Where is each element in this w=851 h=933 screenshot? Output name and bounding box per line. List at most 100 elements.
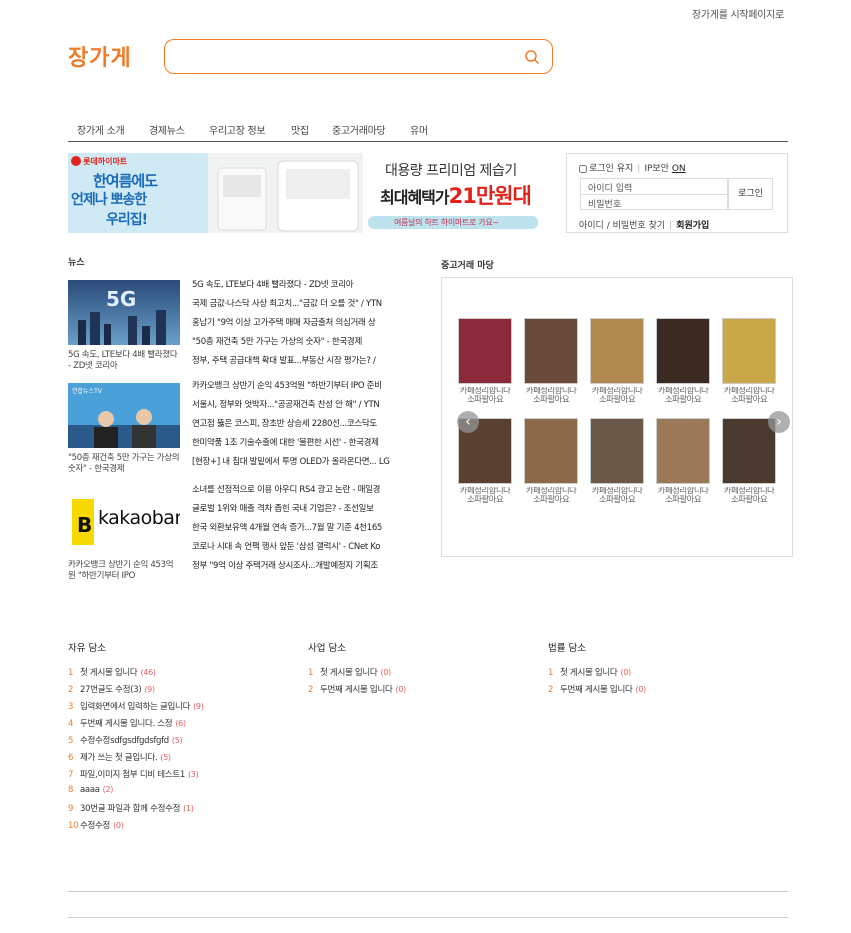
nav-item-humor[interactable]: 유머 bbox=[410, 122, 428, 137]
news-thumb-image[interactable]: 연합뉴스TV bbox=[68, 383, 180, 448]
used-item[interactable]: 카페정리합니다 소파팔아요 bbox=[656, 418, 710, 507]
news-thumb-1[interactable]: 5G 5G 속도, LTE보다 4배 빨라졌다 - ZD넷 코리아 bbox=[68, 280, 180, 372]
board-post-item[interactable]: 6 제가 쓰는 첫 글입니다. (5) bbox=[68, 751, 204, 768]
news-thumb-caption[interactable]: 5G 속도, LTE보다 4배 빨라졌다 - ZD넷 코리아 bbox=[68, 350, 180, 372]
keep-login-checkbox[interactable] bbox=[579, 164, 587, 173]
news-headline[interactable]: "50층 재건축 5만 가구는 가상의 숫자" - 한국경제 bbox=[192, 334, 418, 353]
nav-item-economy-news[interactable]: 경제뉴스 bbox=[149, 122, 185, 137]
site-logo[interactable]: 장가게 bbox=[68, 40, 132, 72]
used-item-image[interactable] bbox=[590, 318, 644, 384]
news-headline[interactable]: 카카오뱅크 상반기 순익 453억원 "하반기부터 IPO 준비 bbox=[192, 378, 418, 397]
board-post-item[interactable]: 9 30번글 파일과 함께 수정수정 (1) bbox=[68, 802, 204, 819]
post-title[interactable]: 두번째 게시물 입니다 bbox=[560, 685, 633, 695]
used-item-label[interactable]: 카페정리합니다 소파팔아요 bbox=[722, 487, 776, 507]
post-title[interactable]: 두번째 게시물 입니다 bbox=[320, 685, 393, 695]
used-item-label[interactable]: 카페정리합니다 소파팔아요 bbox=[524, 487, 578, 507]
used-item-image[interactable] bbox=[722, 318, 776, 384]
post-title[interactable]: 첫 게시물 입니다 bbox=[320, 668, 378, 678]
nav-item-used-market[interactable]: 중고거래마당 bbox=[332, 122, 386, 137]
used-item-label[interactable]: 카페정리합니다 소파팔아요 bbox=[458, 387, 512, 407]
used-item[interactable]: 카페정리합니다 소파팔아요 bbox=[722, 418, 776, 507]
post-title[interactable]: 파일,이미지 첨부 디비 테스트1 bbox=[80, 770, 185, 780]
start-page-link[interactable]: 장가게를 시작페이지로 bbox=[692, 6, 784, 21]
news-headline[interactable]: 코로나 시대 속 언팩 행사 앞둔 '삼성 갤럭시' - CNet Ko bbox=[192, 539, 418, 558]
news-thumb-2[interactable]: 연합뉴스TV "50층 재건축 5만 가구는 가상의 숫자" - 한국경제 bbox=[68, 383, 180, 475]
board-title[interactable]: 자유 담소 bbox=[68, 640, 204, 654]
signup-link[interactable]: 회원가입 bbox=[676, 221, 709, 231]
ad-banner[interactable]: 롯데하이마트 한여름에도 언제나 뽀송한 우리집! 대용량 프리미엄 제습기 최… bbox=[68, 153, 554, 233]
board-title[interactable]: 사업 담소 bbox=[308, 640, 406, 654]
used-item-image[interactable] bbox=[722, 418, 776, 484]
board-post-item[interactable]: 1 첫 게시물 입니다 (46) bbox=[68, 666, 204, 683]
board-post-item[interactable]: 3 입력화면에서 입력하는 글입니다 (9) bbox=[68, 700, 204, 717]
used-item[interactable]: 카페정리합니다 소파팔아요 bbox=[458, 318, 512, 407]
board-post-item[interactable]: 5 수정수정sdfgsdfgdsfgfd (5) bbox=[68, 734, 204, 751]
chevron-right-icon[interactable]: › bbox=[768, 411, 790, 433]
news-thumb-caption[interactable]: "50층 재건축 5만 가구는 가상의 숫자" - 한국경제 bbox=[68, 453, 180, 475]
password-field[interactable]: 비밀번호 bbox=[580, 194, 728, 210]
news-headline[interactable]: 한국 외환보유액 4개월 연속 증가...7월 말 기준 4천165 bbox=[192, 520, 418, 539]
news-headline[interactable]: 홍남기 "9억 이상 고가주택 매매 자금출처 의심거래 상 bbox=[192, 315, 418, 334]
used-item-image[interactable] bbox=[524, 418, 578, 484]
post-title[interactable]: 30번글 파일과 함께 수정수정 bbox=[80, 804, 180, 814]
board-post-item[interactable]: 8 aaaa (2) bbox=[68, 785, 204, 802]
used-item-image[interactable] bbox=[656, 318, 710, 384]
post-title[interactable]: 수정수정sdfgsdfgdsfgfd bbox=[80, 736, 169, 746]
used-item-label[interactable]: 카페정리합니다 소파팔아요 bbox=[656, 387, 710, 407]
used-item-label[interactable]: 카페정리합니다 소파팔아요 bbox=[524, 387, 578, 407]
used-item[interactable]: 카페정리합니다 소파팔아요 bbox=[590, 318, 644, 407]
board-post-item[interactable]: 7 파일,이미지 첨부 디비 테스트1 (3) bbox=[68, 768, 204, 785]
find-id-password-link[interactable]: 아이디 / 비밀번호 찾기 bbox=[579, 221, 665, 231]
post-title[interactable]: 첫 게시물 입니다 bbox=[80, 668, 138, 678]
used-item-label[interactable]: 카페정리합니다 소파팔아요 bbox=[590, 487, 644, 507]
board-post-item[interactable]: 10 수정수정 (0) bbox=[68, 819, 204, 836]
post-title[interactable]: aaaa bbox=[80, 785, 100, 795]
post-title[interactable]: 두번째 게시물 입니다. 스정 bbox=[80, 719, 173, 729]
news-headline[interactable]: 글로벌 1위와 매출 격차 좁힌 국내 기업은? - 조선일보 bbox=[192, 501, 418, 520]
used-item[interactable]: 카페정리합니다 소파팔아요 bbox=[524, 318, 578, 407]
keep-login-label[interactable]: 로그인 유지 bbox=[589, 164, 633, 174]
news-headline[interactable]: 정부, 주택 공급대책 확대 발표...부동산 시장 평가는? / bbox=[192, 353, 418, 372]
board-post-item[interactable]: 1 첫 게시물 입니다 (0) bbox=[308, 666, 406, 683]
news-headline[interactable]: 소녀를 선정적으로 이용 아우디 RS4 광고 논란 - 매일경 bbox=[192, 482, 418, 501]
used-item-image[interactable] bbox=[458, 318, 512, 384]
search-input[interactable] bbox=[175, 47, 515, 67]
used-item[interactable]: 카페정리합니다 소파팔아요 bbox=[722, 318, 776, 407]
post-title[interactable]: 첫 게시물 입니다 bbox=[560, 668, 618, 678]
news-headline[interactable]: 5G 속도, LTE보다 4배 빨라졌다 - ZD넷 코리아 bbox=[192, 277, 418, 296]
news-headline[interactable]: 정부 "9억 이상 주택거래 상시조사...개발예정지 기획조 bbox=[192, 558, 418, 577]
nav-item-about[interactable]: 장가게 소개 bbox=[77, 122, 125, 137]
used-item-label[interactable]: 카페정리합니다 소파팔아요 bbox=[458, 487, 512, 507]
chevron-left-icon[interactable]: ‹ bbox=[457, 411, 479, 433]
used-item[interactable]: 카페정리합니다 소파팔아요 bbox=[590, 418, 644, 507]
login-button[interactable]: 로그인 bbox=[728, 178, 773, 210]
news-headline[interactable]: 국제 금값·나스닥 사상 최고치..."금값 더 오를 것" / YTN bbox=[192, 296, 418, 315]
post-title[interactable]: 27번글도 수정(3) bbox=[80, 685, 142, 695]
used-item[interactable]: 카페정리합니다 소파팔아요 bbox=[656, 318, 710, 407]
nav-item-restaurants[interactable]: 맛집 bbox=[291, 122, 309, 137]
news-headline[interactable]: 서울시, 정부와 엇박자..."공공재건축 찬성 안 해" / YTN bbox=[192, 397, 418, 416]
board-title[interactable]: 법률 담소 bbox=[548, 640, 646, 654]
used-item-image[interactable] bbox=[656, 418, 710, 484]
used-item-label[interactable]: 카페정리합니다 소파팔아요 bbox=[656, 487, 710, 507]
news-thumb-3[interactable]: B kakaobank 카카오뱅크 상반기 순익 453억원 "하반기부터 IP… bbox=[68, 490, 180, 582]
news-thumb-image[interactable]: B kakaobank bbox=[68, 490, 180, 555]
news-thumb-caption[interactable]: 카카오뱅크 상반기 순익 453억원 "하반기부터 IPO bbox=[68, 560, 180, 582]
post-title[interactable]: 제가 쓰는 첫 글입니다. bbox=[80, 753, 158, 763]
board-post-item[interactable]: 2 두번째 게시물 입니다 (0) bbox=[308, 683, 406, 700]
post-title[interactable]: 수정수정 bbox=[80, 821, 110, 831]
used-item-image[interactable] bbox=[524, 318, 578, 384]
news-headline[interactable]: [현장+] 내 침대 발밑에서 투명 OLED가 올라온다면... LG bbox=[192, 454, 418, 473]
news-thumb-image[interactable]: 5G bbox=[68, 280, 180, 345]
used-item[interactable]: 카페정리합니다 소파팔아요 bbox=[524, 418, 578, 507]
ip-security-toggle[interactable]: ON bbox=[672, 164, 686, 174]
news-headline[interactable]: 한미약품 1조 기술수출에 대한 '불편한 시선' - 한국경제 bbox=[192, 435, 418, 454]
board-post-item[interactable]: 2 27번글도 수정(3) (9) bbox=[68, 683, 204, 700]
board-post-item[interactable]: 2 두번째 게시물 입니다 (0) bbox=[548, 683, 646, 700]
used-item-image[interactable] bbox=[590, 418, 644, 484]
board-post-item[interactable]: 4 두번째 게시물 입니다. 스정 (6) bbox=[68, 717, 204, 734]
id-field[interactable]: 아이디 입력 bbox=[580, 178, 728, 194]
post-title[interactable]: 입력화면에서 입력하는 글입니다 bbox=[80, 702, 190, 712]
used-item-label[interactable]: 카페정리합니다 소파팔아요 bbox=[722, 387, 776, 407]
used-item-label[interactable]: 카페정리합니다 소파팔아요 bbox=[590, 387, 644, 407]
